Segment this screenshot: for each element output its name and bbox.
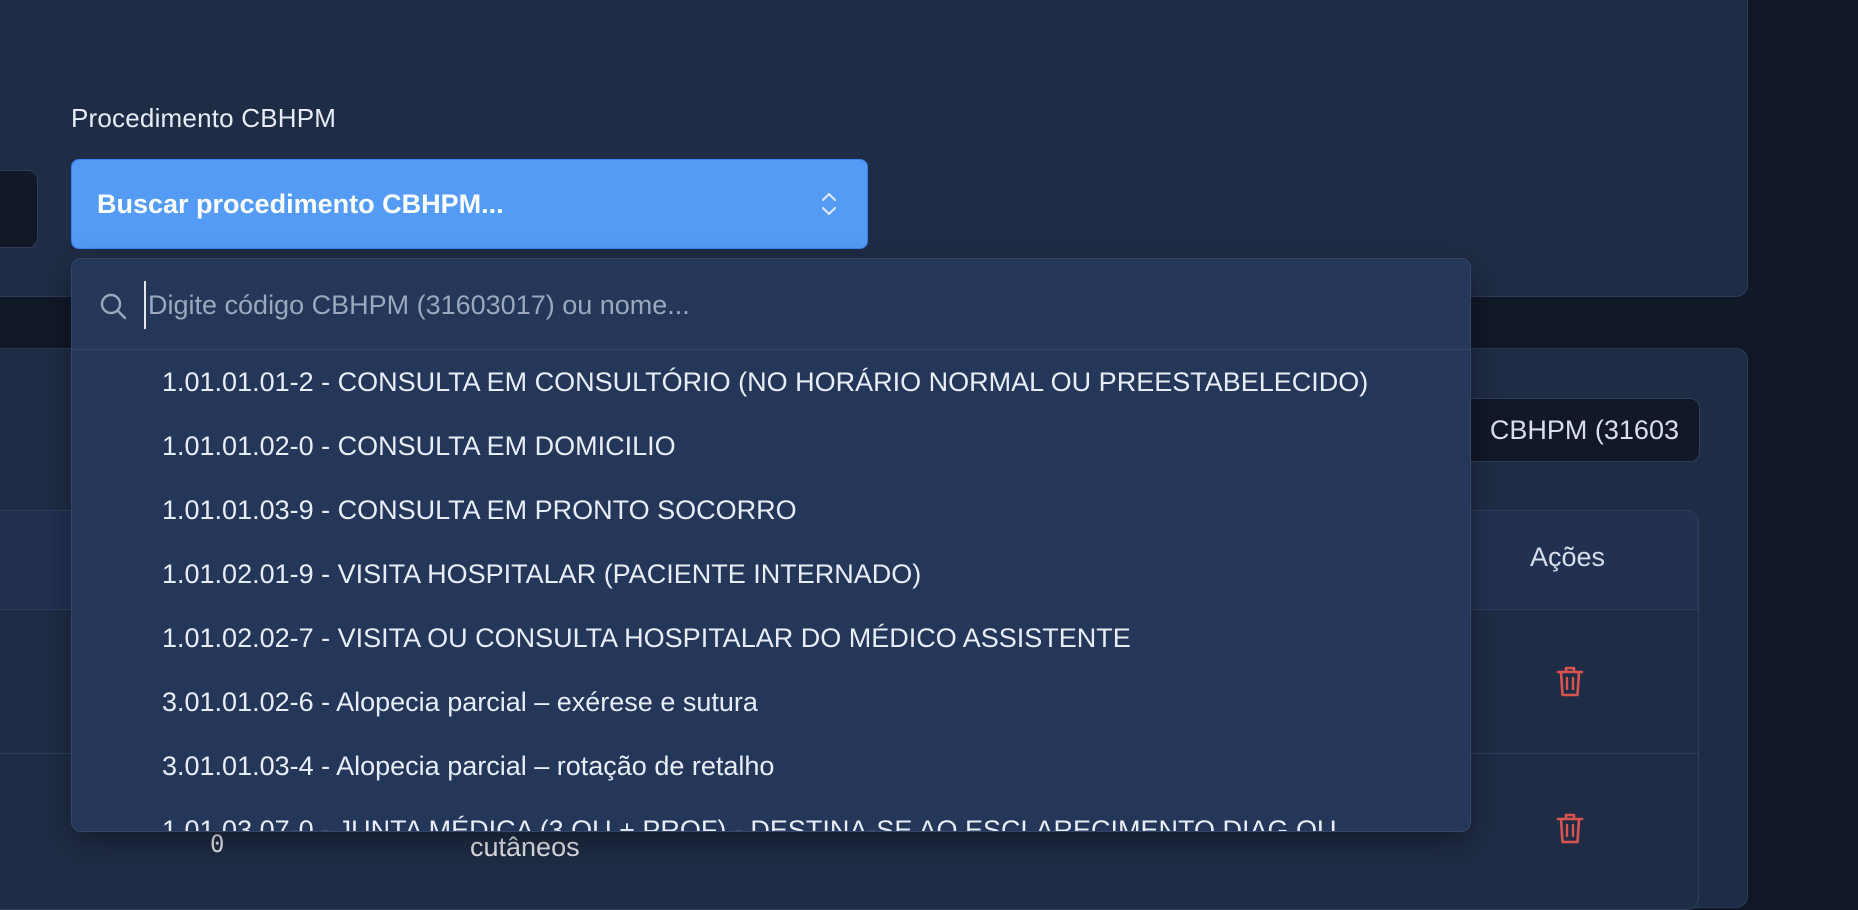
dropdown-option[interactable]: 1.01.01.01-2 - CONSULTA EM CONSULTÓRIO (…: [72, 350, 1470, 414]
dropdown-option[interactable]: 3.01.01.02-6 - Alopecia parcial – exéres…: [72, 670, 1470, 734]
dropdown-search-input[interactable]: [144, 281, 1450, 329]
dropdown-options-list: 1.01.01.01-2 - CONSULTA EM CONSULTÓRIO (…: [72, 350, 1470, 831]
table-search-text: CBHPM (31603: [1489, 415, 1679, 445]
chevron-up-down-icon: [821, 192, 837, 216]
procedure-combobox[interactable]: Buscar procedimento CBHPM...: [71, 159, 868, 249]
search-icon: [100, 293, 127, 320]
delete-trash-icon[interactable]: [1555, 664, 1585, 698]
table-cell-quantity: 0: [210, 830, 225, 858]
dropdown-search-row: [72, 259, 1470, 350]
actions-column-header: Ações: [1530, 542, 1606, 572]
procedure-field-label: Procedimento CBHPM: [71, 103, 337, 133]
dropdown-option[interactable]: 1.01.01.02-0 - CONSULTA EM DOMICILIO: [72, 414, 1470, 478]
dropdown-option[interactable]: 1.01.02.02-7 - VISITA OU CONSULTA HOSPIT…: [72, 606, 1470, 670]
table-cell-description: cutâneos: [470, 832, 580, 862]
dropdown-option[interactable]: 3.01.01.03-4 - Alopecia parcial – rotaçã…: [72, 734, 1470, 798]
page-right-gutter: [1750, 0, 1858, 888]
procedure-dropdown-popover: 1.01.01.01-2 - CONSULTA EM CONSULTÓRIO (…: [71, 258, 1471, 832]
dropdown-option[interactable]: 1.01.01.03-9 - CONSULTA EM PRONTO SOCORR…: [72, 478, 1470, 542]
dropdown-option[interactable]: 1.01.02.01-9 - VISITA HOSPITALAR (PACIEN…: [72, 542, 1470, 606]
delete-trash-icon[interactable]: [1555, 811, 1585, 845]
left-input-field[interactable]: [0, 170, 38, 248]
dropdown-option[interactable]: 1.01.03.07-0 - JUNTA MÉDICA (3 OU + PROF…: [72, 798, 1470, 831]
procedure-form-card: [0, 0, 1748, 297]
combobox-placeholder: Buscar procedimento CBHPM...: [97, 188, 504, 219]
